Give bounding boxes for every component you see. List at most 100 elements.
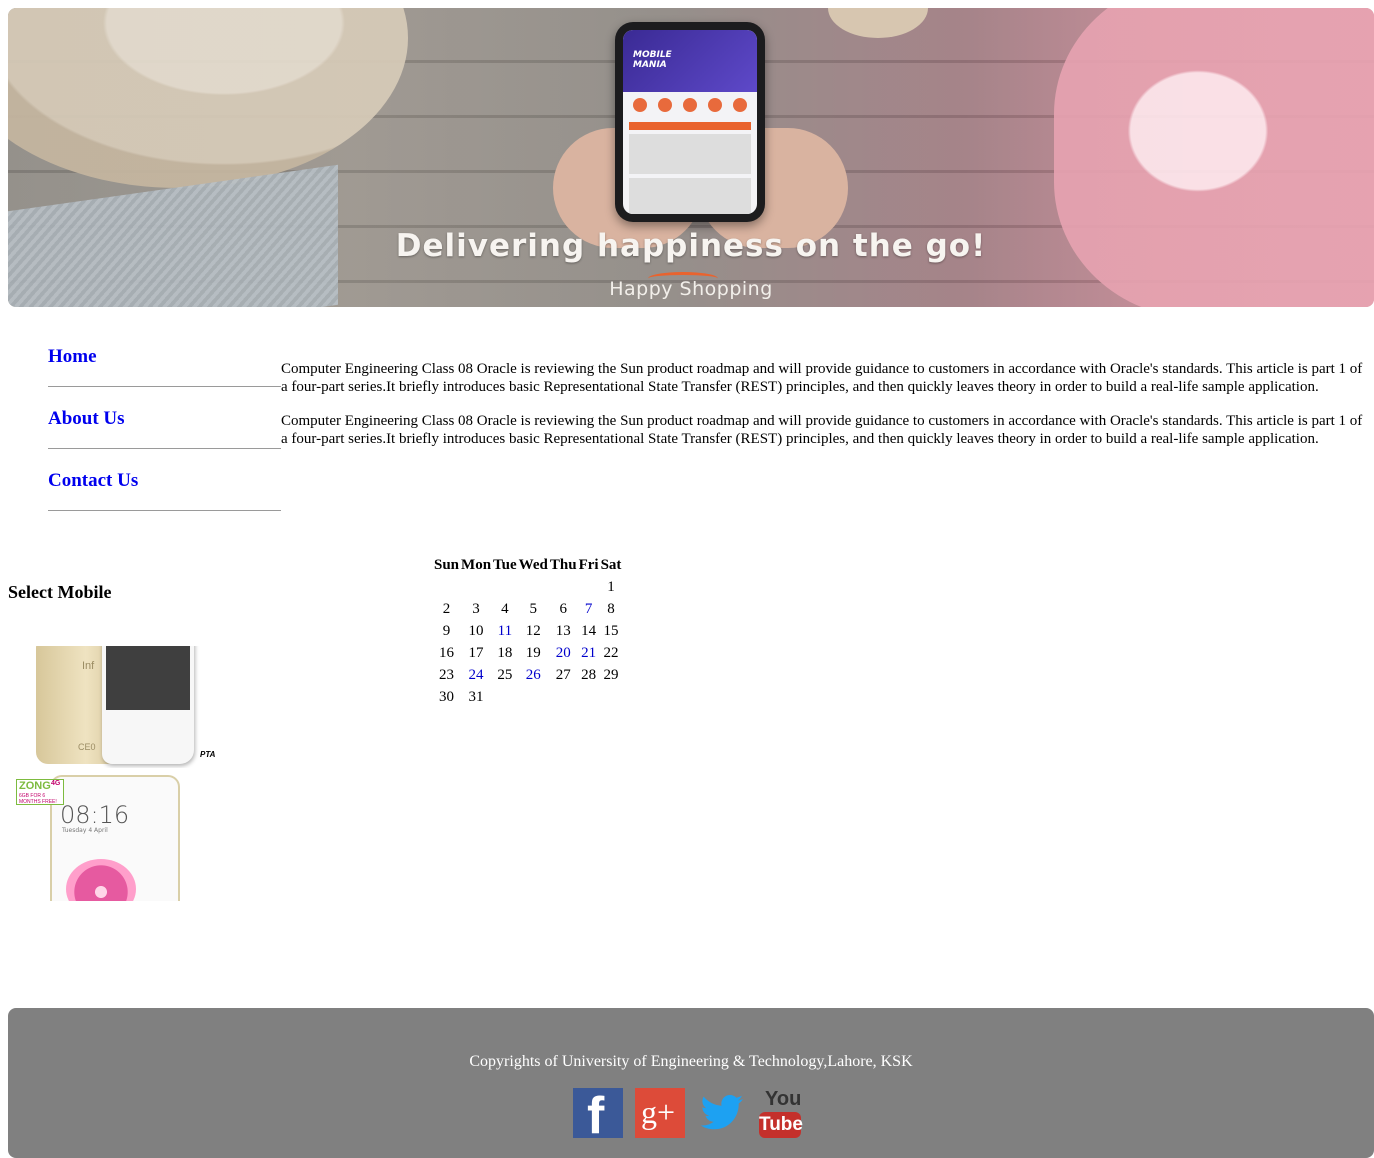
- calendar-empty-cell: [579, 686, 599, 708]
- calendar-empty-cell: [550, 686, 577, 708]
- calendar-day: 19: [525, 644, 541, 661]
- calendar-day: 18: [497, 644, 513, 661]
- calendar-day-link[interactable]: 20: [550, 642, 577, 664]
- phone-brand-text: Inf: [82, 660, 95, 672]
- phone-category-icons: [623, 92, 757, 118]
- social-links: f g+ You Tube: [573, 1087, 809, 1145]
- calendar-empty-cell: [601, 686, 622, 708]
- mobile-product-image[interactable]: 08:16 Tuesday 4 April ZONG 4G 6GB FOR 6 …: [16, 775, 186, 901]
- zong-offer-badge: ZONG 4G 6GB FOR 6 MONTHS FREE!: [16, 779, 64, 805]
- facebook-glyph: f: [587, 1087, 605, 1145]
- nav-item-home: Home: [48, 325, 281, 387]
- phone-product-tile: [629, 178, 751, 214]
- calendar-weekday-row: Sun Mon Tue Wed Thu Fri Sat: [434, 554, 621, 576]
- calendar-day: 23: [439, 666, 455, 683]
- zong-logo-text: ZONG: [19, 780, 51, 792]
- contact-us-link[interactable]: Contact Us: [48, 470, 138, 492]
- calendar-weekday-header: Fri: [578, 556, 599, 573]
- pta-badge: PTA: [200, 750, 216, 759]
- about-us-link[interactable]: About Us: [48, 408, 125, 430]
- zong-offer-text: 6GB FOR 6 MONTHS FREE!: [19, 793, 57, 805]
- calendar-week-row: 9 10 11 12 13 14 15: [434, 620, 621, 642]
- calendar-day: 3: [472, 600, 480, 617]
- calendar-week-row: 30 31: [434, 686, 621, 708]
- calendar-week-row: 2 3 4 5 678: [434, 598, 621, 620]
- footer: Copyrights of University of Engineering …: [8, 1008, 1374, 1158]
- calendar-day: 2: [442, 600, 451, 617]
- calendar-empty-cell: [519, 686, 548, 708]
- calendar-day: 15: [603, 622, 619, 639]
- calendar-weekday-header: Thu: [549, 556, 577, 573]
- calendar-day: 13: [555, 622, 571, 639]
- banner-headline: Delivering happiness on the go!: [395, 228, 987, 264]
- calendar-day: 10: [468, 622, 484, 639]
- twitter-bird-icon: [700, 1095, 743, 1130]
- calendar-day: 22: [603, 644, 619, 661]
- calendar-day: 25: [497, 666, 513, 683]
- article-paragraph: Computer Engineering Class 08 Oracle is …: [281, 361, 1363, 395]
- calendar-body: 1 2 3 4 5 6 7 8 9 10 11 12 13 14 15 16 17 18 19 20 21 22 23 24 2…: [434, 576, 621, 708]
- side-navigation: Home About Us Contact Us: [48, 325, 281, 511]
- calendar-day-link[interactable]: 24: [461, 664, 491, 686]
- google-plus-icon[interactable]: g+: [635, 1088, 685, 1138]
- calendar-day: 16: [439, 644, 455, 661]
- google-plus-glyph: g+: [641, 1094, 676, 1130]
- calendar-empty-cell: [550, 576, 577, 598]
- phone-front-image: [102, 646, 194, 764]
- phone-cert-text: CE0: [78, 742, 96, 752]
- phone-screen: MOBILE MANIA: [623, 30, 757, 214]
- copyright-text: Copyrights of University of Engineering …: [469, 1053, 913, 1070]
- twitter-icon[interactable]: [697, 1088, 747, 1138]
- calendar-day: 6: [559, 600, 567, 617]
- calendar-day-link[interactable]: 7: [579, 598, 599, 620]
- calendar-day: 8: [607, 600, 615, 617]
- home-link[interactable]: Home: [48, 346, 97, 368]
- calendar-day: 27: [555, 666, 571, 683]
- calendar-weekday-header: Sat: [600, 556, 622, 573]
- calendar-weekday-header: Mon: [461, 556, 492, 573]
- calendar-weekday-header: Tue: [493, 556, 517, 573]
- calendar-day: 14: [581, 622, 597, 639]
- article-content: Computer Engineering Class 08 Oracle is …: [281, 360, 1367, 464]
- phone-screen-header: MOBILE MANIA: [623, 30, 757, 92]
- calendar-empty-cell: [493, 686, 517, 708]
- calendar-empty-cell: [579, 576, 599, 598]
- calendar-day: 30: [439, 688, 455, 705]
- lockscreen-time: 08:16: [60, 801, 130, 829]
- nav-item-about: About Us: [48, 387, 281, 449]
- phone-product-tile: [629, 134, 751, 174]
- calendar-weekday-header: Wed: [518, 556, 548, 573]
- calendar-day: 9: [442, 622, 451, 639]
- calendar-week-row: 1: [434, 576, 621, 598]
- calendar-day: 31: [468, 688, 484, 705]
- nav-item-contact: Contact Us: [48, 449, 281, 511]
- calendar: Sun Mon Tue Wed Thu Fri Sat 1 2 3 4 5 6 7 8 9 10 11 12 13 1…: [432, 554, 623, 708]
- phone-screen-title: MOBILE MANIA: [633, 50, 672, 70]
- calendar-empty-cell: [434, 576, 459, 598]
- calendar-day: 1: [607, 578, 615, 595]
- banner-subline: Happy Shopping: [609, 278, 773, 300]
- calendar-empty-cell: [461, 576, 491, 598]
- calendar-day: 5: [529, 600, 538, 617]
- facebook-icon[interactable]: f: [573, 1087, 623, 1145]
- calendar-day: 4: [501, 600, 509, 617]
- calendar-day-link[interactable]: 11: [493, 620, 517, 642]
- calendar-day: 28: [581, 666, 597, 683]
- youtube-you-text: You: [765, 1088, 802, 1110]
- calendar-empty-cell: [519, 576, 548, 598]
- select-mobile-heading: Select Mobile: [8, 582, 112, 602]
- mobile-product-image[interactable]: Inf CE0 PTA: [30, 646, 220, 768]
- calendar-week-row: 23 24 25 26 27 28 29: [434, 664, 621, 686]
- calendar-day: 29: [603, 666, 619, 683]
- calendar-week-row: 16 17 18 19 20 21 22: [434, 642, 621, 664]
- calendar-day: 12: [525, 622, 541, 639]
- calendar-day-link[interactable]: 21: [579, 642, 599, 664]
- article-paragraph: Computer Engineering Class 08 Oracle is …: [281, 413, 1363, 447]
- youtube-icon[interactable]: You Tube: [759, 1088, 809, 1138]
- youtube-tube-text: Tube: [759, 1112, 803, 1138]
- zong-4g-text: 4G: [51, 780, 61, 787]
- calendar-empty-cell: [493, 576, 517, 598]
- calendar-weekday-header: Sun: [434, 556, 460, 573]
- calendar-day: 17: [468, 644, 484, 661]
- calendar-day-link[interactable]: 26: [519, 664, 548, 686]
